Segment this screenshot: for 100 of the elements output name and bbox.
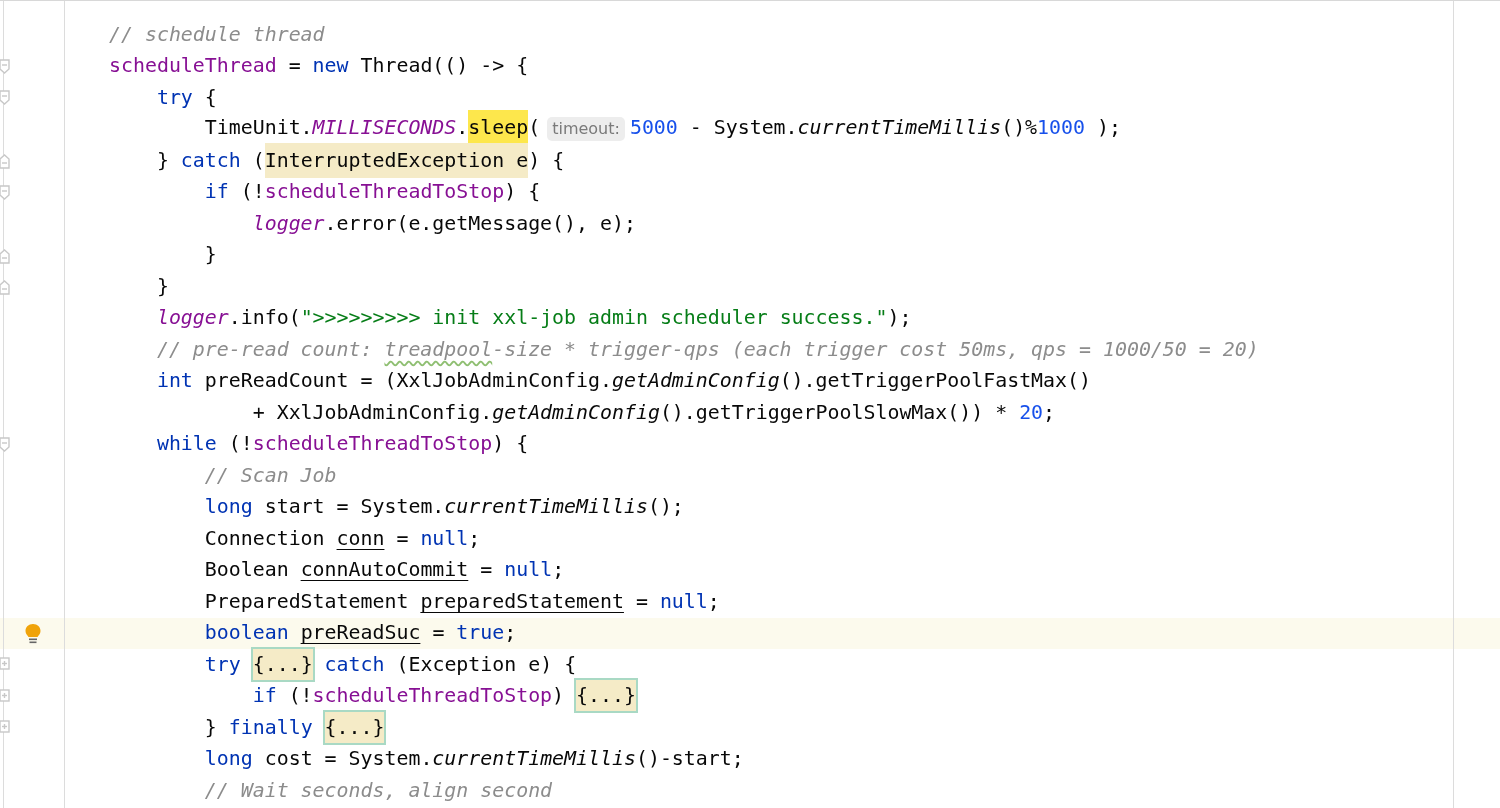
code-text: =	[288, 54, 302, 78]
code-text: TimeUnit.	[204, 116, 313, 140]
reassigned-variable: conn	[336, 526, 385, 550]
method-call: currentTimeMillis	[432, 747, 636, 771]
keyword: while	[156, 432, 217, 456]
keyword: catch	[180, 148, 241, 172]
code-text: ) {	[528, 148, 565, 172]
field-name: scheduleThreadToStop	[264, 180, 505, 204]
lightbulb-icon[interactable]	[24, 622, 42, 645]
code-comment: // schedule thread	[109, 22, 325, 46]
code-text: =	[396, 526, 410, 550]
highlighted-method: sleep	[468, 110, 529, 146]
field-name: scheduleThread	[109, 54, 277, 78]
static-field: logger	[252, 211, 325, 235]
code-text: (	[252, 148, 265, 172]
keyword: null	[504, 558, 553, 582]
keyword: long	[204, 747, 253, 771]
reassigned-variable: preReadSuc	[300, 621, 421, 645]
keyword: finally	[228, 715, 313, 739]
fold-marker-icon[interactable]	[0, 279, 11, 295]
fold-marker-icon[interactable]	[0, 90, 11, 106]
code-text: ()%	[1001, 116, 1038, 140]
method-call: getAdminConfig	[492, 400, 660, 424]
keyword: null	[420, 526, 469, 550]
keyword: try	[204, 652, 241, 676]
parameter-hint[interactable]: timeout:	[547, 117, 625, 142]
code-text: Thread(() -> {	[360, 54, 529, 78]
code-text: ().getTriggerPoolSlowMax()) *	[659, 400, 1009, 424]
reassigned-variable: preparedStatement	[420, 589, 624, 613]
expand-marker-icon[interactable]	[0, 720, 11, 734]
code-text: - System.	[689, 116, 798, 140]
number-literal: 20	[1019, 400, 1044, 424]
keyword: if	[204, 180, 229, 204]
keyword: long	[204, 495, 253, 519]
reassigned-variable: connAutoCommit	[300, 558, 469, 582]
code-text: (!	[288, 684, 313, 708]
code-text: ;	[504, 621, 517, 645]
code-comment: // pre-read count:	[156, 337, 374, 361]
code-text: ()-start;	[635, 747, 744, 771]
code-text: }	[204, 715, 217, 739]
keyword: if	[252, 684, 277, 708]
code-text: .info(	[228, 306, 301, 330]
code-text: (!	[240, 180, 265, 204]
keyword: null	[659, 589, 708, 613]
expand-marker-icon[interactable]	[0, 657, 11, 671]
code-comment: // Wait seconds, align second	[204, 778, 553, 802]
code-text: Boolean	[204, 558, 290, 582]
fold-marker-icon[interactable]	[0, 247, 11, 264]
code-text: )	[552, 684, 565, 708]
code-comment: -size * trigger-qps (each trigger cost 50ms, qps = 1000/50 = 20)	[492, 337, 1259, 361]
code-text: (	[528, 116, 541, 140]
code-text: PreparedStatement	[204, 589, 410, 613]
code-text: }	[156, 274, 169, 298]
keyword: catch	[324, 652, 385, 676]
code-text: =	[635, 589, 649, 613]
code-text: ;	[1043, 400, 1056, 424]
fold-marker-icon[interactable]	[0, 58, 11, 75]
static-field: logger	[156, 306, 229, 330]
code-text: Connection	[204, 526, 326, 550]
static-field: MILLISECONDS	[312, 116, 457, 140]
number-literal: 1000	[1037, 116, 1085, 140]
code-text: (Exception e) {	[396, 652, 577, 676]
folded-code[interactable]: {...}	[576, 680, 636, 712]
code-text: ().getTriggerPoolFastMax()	[779, 369, 1091, 393]
code-text: }	[156, 148, 170, 172]
folded-code[interactable]: {...}	[324, 711, 385, 743]
code-text: =	[480, 558, 494, 582]
code-text: start = System.	[264, 495, 445, 519]
highlighted-usage: InterruptedException e	[264, 142, 529, 178]
keyword: try	[156, 85, 193, 109]
code-text: + XxlJobAdminConfig.	[252, 400, 493, 424]
method-call: getAdminConfig	[612, 369, 780, 393]
code-text: ) {	[492, 432, 529, 456]
string-literal: ">>>>>>>>> init xxl-job admin scheduler success."	[300, 306, 888, 330]
code-text: ) {	[504, 180, 541, 204]
code-text: );	[887, 306, 912, 330]
field-name: scheduleThreadToStop	[252, 432, 493, 456]
method-call: currentTimeMillis	[797, 116, 1002, 140]
keyword: new	[312, 54, 349, 78]
fold-marker-icon[interactable]	[0, 436, 11, 453]
fold-marker-icon[interactable]	[0, 153, 11, 169]
code-text: cost = System.	[264, 747, 433, 771]
keyword: int	[156, 369, 193, 393]
code-text: (!	[228, 432, 253, 456]
code-text: .	[456, 116, 469, 140]
code-text: {	[204, 85, 217, 109]
keyword: boolean	[204, 621, 289, 645]
code-text: .error(e.getMessage(), e);	[324, 211, 636, 235]
number-literal: 5000	[629, 116, 678, 140]
code-text: ;	[707, 589, 720, 613]
code-text: preReadCount = (XxlJobAdminConfig.	[204, 369, 612, 393]
expand-marker-icon[interactable]	[0, 688, 11, 703]
code-text: }	[204, 243, 217, 267]
misspelled-word: treadpool	[384, 337, 493, 361]
method-call: currentTimeMillis	[444, 495, 648, 519]
code-editor[interactable]	[0, 0, 1500, 808]
code-text: =	[432, 621, 446, 645]
fold-marker-icon[interactable]	[0, 184, 11, 201]
folded-code[interactable]: {...}	[252, 648, 313, 680]
field-name: scheduleThreadToStop	[312, 684, 553, 708]
